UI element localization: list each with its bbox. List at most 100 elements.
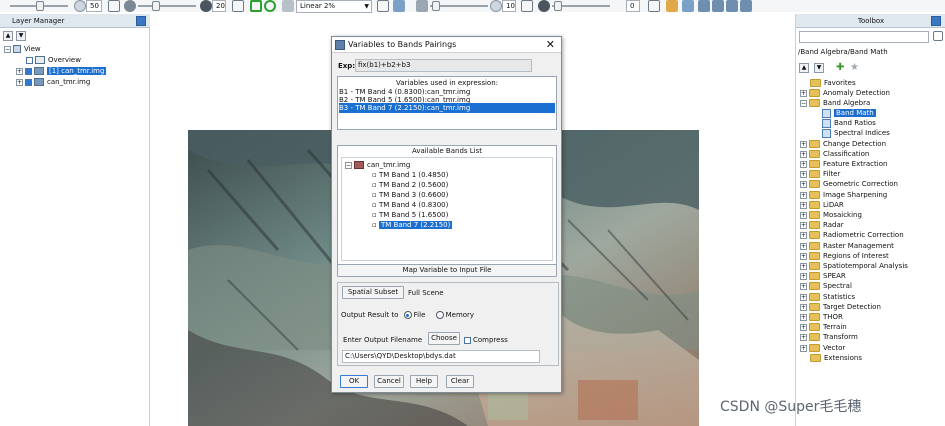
overview-icon bbox=[35, 56, 45, 64]
ok-button[interactable]: OK bbox=[340, 375, 368, 388]
toolbox-item-spectral-indices[interactable]: Spectral Indices bbox=[822, 128, 890, 138]
toolbox-item-thor[interactable]: + THOR bbox=[800, 312, 843, 322]
tree-item-layer-1[interactable]: + [1] can_tmr.img bbox=[16, 66, 107, 76]
toolbox-item-mosaicking[interactable]: + Mosaicking bbox=[800, 210, 862, 220]
add-favorite-icon[interactable]: ✚ bbox=[836, 62, 844, 73]
toolbox-item-raster-management[interactable]: + Raster Management bbox=[800, 241, 894, 251]
toolbox-item-target-detection[interactable]: + Target Detection bbox=[800, 302, 881, 312]
layer-1-checkbox[interactable] bbox=[25, 67, 32, 75]
contrast-slider[interactable] bbox=[138, 0, 196, 12]
transparency-slider[interactable] bbox=[552, 0, 610, 12]
refresh-icon-5[interactable] bbox=[648, 0, 660, 12]
output-path-field[interactable]: C:\Users\QYD\Desktop\bdys.dat bbox=[342, 350, 540, 363]
profile-icon[interactable] bbox=[682, 0, 694, 12]
collapse-all-button[interactable]: ▲ bbox=[3, 31, 13, 41]
pan-icon[interactable] bbox=[264, 0, 276, 12]
toolbox-item-feature-extraction[interactable]: + Feature Extraction bbox=[800, 159, 887, 169]
tree-item-overview[interactable]: Overview bbox=[26, 55, 81, 65]
bands-tree[interactable]: − can_tmr.img ▫ TM Band 1 (0.4850) ▫ TM B… bbox=[341, 157, 553, 261]
display-icon-3[interactable] bbox=[726, 0, 738, 12]
expand-all-button[interactable]: ▼ bbox=[16, 31, 26, 41]
toolbox-item-spatiotemporal[interactable]: + Spatiotemporal Analysis bbox=[800, 261, 908, 271]
compress-row[interactable]: Compress bbox=[464, 335, 508, 345]
band-item-1[interactable]: ▫ TM Band 1 (0.4850) bbox=[372, 170, 448, 180]
toolbox-item-filter[interactable]: + Filter bbox=[800, 169, 840, 179]
toolbox-item-regions-of-interest[interactable]: + Regions of Interest bbox=[800, 251, 889, 261]
tree-item-layer-2[interactable]: + can_tmr.img bbox=[16, 77, 90, 87]
display-icon-4[interactable] bbox=[740, 0, 752, 12]
display-icon-1[interactable] bbox=[698, 0, 710, 12]
toolbox-search-input[interactable] bbox=[799, 31, 929, 43]
expand-all-button-2[interactable]: ▼ bbox=[814, 63, 824, 73]
refresh-icon-3[interactable] bbox=[377, 0, 389, 12]
refresh-icon[interactable] bbox=[108, 0, 120, 12]
stretch-select[interactable]: Linear 2% ▼ bbox=[296, 0, 372, 13]
toolbox-item-band-math[interactable]: Band Math bbox=[822, 108, 876, 118]
toolbox-item-change-detection[interactable]: + Change Detection bbox=[800, 139, 886, 149]
compress-checkbox[interactable] bbox=[464, 336, 471, 344]
expression-row: Exp: fix(b1)+b2+b3 bbox=[337, 58, 557, 73]
pin-icon-2[interactable] bbox=[931, 16, 941, 26]
toolbox-item-spear[interactable]: + SPEAR bbox=[800, 271, 846, 281]
choose-button[interactable]: Choose bbox=[428, 332, 460, 345]
map-variable-button[interactable]: Map Variable to Input File bbox=[337, 264, 557, 277]
slider3-spinbox[interactable]: 10 bbox=[502, 0, 516, 12]
refresh-icon-4[interactable] bbox=[521, 0, 533, 12]
toolbox-item-band-algebra[interactable]: − Band Algebra bbox=[800, 98, 870, 108]
help-button[interactable]: Help bbox=[410, 375, 438, 388]
spatial-subset-button[interactable]: Spatial Subset bbox=[342, 286, 404, 299]
slider4-spinbox[interactable]: 0 bbox=[626, 0, 640, 12]
layer-2-checkbox[interactable] bbox=[25, 78, 32, 86]
radio-file[interactable] bbox=[403, 311, 412, 319]
toolbox-item-vector[interactable]: + Vector bbox=[800, 343, 845, 353]
slider1-spinbox[interactable]: 50 bbox=[86, 0, 102, 12]
variable-item-b3[interactable]: B3 - TM Band 7 (2.2150):can_tmr.img bbox=[339, 103, 555, 113]
clear-button[interactable]: Clear bbox=[446, 375, 474, 388]
toolbox-item-lidar[interactable]: + LiDAR bbox=[800, 200, 844, 210]
slider2-spinbox[interactable]: 20 bbox=[212, 0, 226, 12]
toolbox-item-band-ratios[interactable]: Band Ratios bbox=[822, 118, 876, 128]
radio-memory[interactable] bbox=[435, 311, 444, 319]
band-item-7[interactable]: ▫ TM Band 7 (2.2150) bbox=[372, 220, 453, 230]
expression-field[interactable]: fix(b1)+b2+b3 bbox=[355, 59, 532, 72]
enhance-icon[interactable] bbox=[393, 0, 405, 12]
sharpen-slider[interactable] bbox=[430, 0, 488, 12]
layer-icon[interactable] bbox=[282, 0, 294, 12]
toolbox-item-favorites[interactable]: Favorites bbox=[810, 78, 856, 88]
band-item-3[interactable]: ▫ TM Band 3 (0.6600) bbox=[372, 190, 448, 200]
toolbox-item-anomaly[interactable]: + Anomaly Detection bbox=[800, 88, 890, 98]
toolbox-item-classification[interactable]: + Classification bbox=[800, 149, 869, 159]
dialog-titlebar[interactable]: Variables to Bands Pairings ✕ bbox=[332, 37, 561, 53]
band-item-2[interactable]: ▫ TM Band 2 (0.5600) bbox=[372, 180, 448, 190]
pin-icon[interactable] bbox=[136, 16, 146, 26]
toolbox-item-radiometric-correction[interactable]: + Radiometric Correction bbox=[800, 230, 904, 240]
refresh-icon-2[interactable] bbox=[232, 0, 244, 12]
variables-list[interactable]: Variables used in expression: B1 - TM Ba… bbox=[337, 76, 557, 130]
chart-icon[interactable] bbox=[666, 0, 678, 12]
star-icon[interactable]: ★ bbox=[850, 62, 859, 73]
display-icon-2[interactable] bbox=[712, 0, 724, 12]
band-icon: ▫ bbox=[372, 191, 379, 199]
file-icon bbox=[354, 161, 364, 169]
crosshair-icon[interactable] bbox=[250, 0, 262, 12]
band-item-4[interactable]: ▫ TM Band 4 (0.8300) bbox=[372, 200, 448, 210]
toolbox-item-geometric-correction[interactable]: + Geometric Correction bbox=[800, 179, 898, 189]
toolbox-item-radar[interactable]: + Radar bbox=[800, 220, 844, 230]
overview-checkbox[interactable] bbox=[26, 56, 33, 64]
watermark-text: CSDN @Super毛毛穗 bbox=[720, 399, 862, 415]
tree-item-view[interactable]: − View bbox=[4, 44, 41, 54]
cancel-button[interactable]: Cancel bbox=[374, 375, 404, 388]
brightness-slider[interactable] bbox=[10, 0, 68, 12]
refresh-icon-6[interactable] bbox=[933, 31, 943, 41]
toolbox-item-image-sharpening[interactable]: + Image Sharpening bbox=[800, 190, 887, 200]
available-bands-list[interactable]: Available Bands List − can_tmr.img ▫ TM B… bbox=[337, 145, 557, 265]
close-icon[interactable]: ✕ bbox=[546, 37, 555, 53]
toolbox-item-statistics[interactable]: + Statistics bbox=[800, 292, 855, 302]
band-item-5[interactable]: ▫ TM Band 5 (1.6500) bbox=[372, 210, 448, 220]
toolbox-item-transform[interactable]: + Transform bbox=[800, 332, 858, 342]
toolbox-item-terrain[interactable]: + Terrain bbox=[800, 322, 847, 332]
toolbox-item-extensions[interactable]: Extensions bbox=[810, 353, 862, 363]
collapse-all-button-2[interactable]: ▲ bbox=[799, 63, 809, 73]
band-file-item[interactable]: − can_tmr.img bbox=[345, 160, 410, 170]
toolbox-item-spectral[interactable]: + Spectral bbox=[800, 281, 852, 291]
